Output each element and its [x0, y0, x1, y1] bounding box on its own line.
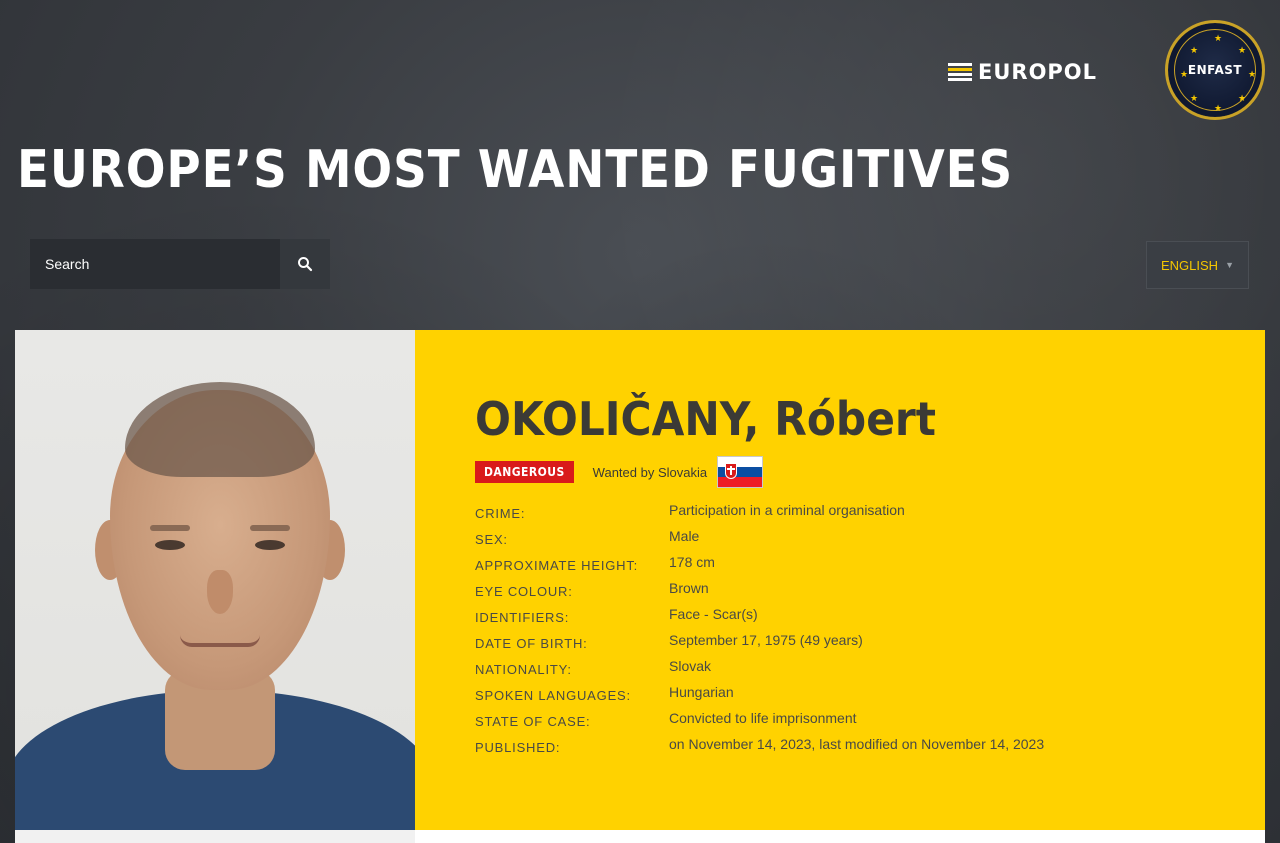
detail-value: Slovak: [669, 658, 712, 674]
detail-row-identifiers: IDENTIFIERS: Face - Scar(s): [475, 606, 1265, 632]
detail-label: SPOKEN LANGUAGES:: [475, 688, 631, 703]
star-icon: ★: [1248, 69, 1257, 79]
detail-row-sex: SEX: Male: [475, 528, 1265, 554]
star-icon: ★: [1238, 93, 1247, 103]
detail-label: IDENTIFIERS:: [475, 610, 570, 625]
detail-label: DATE OF BIRTH:: [475, 636, 588, 651]
star-icon: ★: [1180, 69, 1189, 79]
star-icon: ★: [1214, 103, 1223, 113]
star-icon: ★: [1238, 45, 1247, 55]
language-selected-label: ENGLISH: [1161, 257, 1219, 273]
detail-row-nationality: NATIONALITY: Slovak: [475, 658, 1265, 684]
search-bar: [30, 239, 330, 289]
detail-row-state-of-case: STATE OF CASE: Convicted to life impriso…: [475, 710, 1265, 736]
page-title: EUROPE’S MOST WANTED FUGITIVES: [17, 140, 1014, 200]
detail-label: PUBLISHED:: [475, 740, 561, 755]
detail-label: APPROXIMATE HEIGHT:: [475, 558, 639, 573]
photo-brow-right: [250, 525, 290, 531]
photo-eye-right: [255, 540, 285, 550]
fugitive-info-panel: OKOLIČANY, Róbert DANGEROUS Wanted by Sl…: [415, 330, 1265, 830]
detail-label: SEX:: [475, 532, 508, 547]
europol-mark-icon: [948, 63, 972, 81]
card-footer-strip-left: [15, 830, 415, 843]
detail-value: Male: [669, 528, 700, 544]
search-icon: [298, 257, 313, 272]
detail-value: Convicted to life imprisonment: [669, 710, 857, 726]
detail-value: Hungarian: [669, 684, 734, 700]
detail-label: CRIME:: [475, 506, 526, 521]
detail-value: September 17, 1975 (49 years): [669, 632, 863, 648]
star-icon: ★: [1214, 33, 1223, 43]
detail-row-height: APPROXIMATE HEIGHT: 178 cm: [475, 554, 1265, 580]
star-icon: ★: [1190, 45, 1199, 55]
detail-value: Brown: [669, 580, 709, 596]
detail-label: NATIONALITY:: [475, 662, 572, 677]
fugitive-details: CRIME: Participation in a criminal organ…: [475, 502, 1265, 762]
dangerous-badge: DANGEROUS: [475, 461, 574, 483]
enfast-logo[interactable]: ★ ★ ★ ★ ★ ★ ★ ★ ENFAST: [1165, 20, 1265, 120]
detail-label: EYE COLOUR:: [475, 584, 573, 599]
enfast-logo-text: ENFAST: [1187, 63, 1243, 77]
fugitive-card[interactable]: OKOLIČANY, Róbert DANGEROUS Wanted by Sl…: [15, 330, 1265, 830]
slovakia-flag-icon: [717, 456, 764, 488]
language-select[interactable]: ENGLISH ▼: [1146, 241, 1249, 289]
detail-row-published: PUBLISHED: on November 14, 2023, last mo…: [475, 736, 1265, 762]
photo-hair: [125, 382, 315, 477]
photo-brow-left: [150, 525, 190, 531]
chevron-down-icon: ▼: [1225, 260, 1234, 270]
photo-mouth: [180, 635, 260, 647]
search-button[interactable]: [280, 239, 330, 289]
status-row: DANGEROUS Wanted by Slovakia: [475, 456, 1265, 488]
fugitive-name[interactable]: OKOLIČANY, Róbert: [475, 396, 1202, 442]
detail-value: Face - Scar(s): [669, 606, 758, 622]
detail-row-crime: CRIME: Participation in a criminal organ…: [475, 502, 1265, 528]
wanted-by-text: Wanted by Slovakia: [592, 464, 708, 480]
photo-nose: [207, 570, 233, 614]
detail-label: STATE OF CASE:: [475, 714, 591, 729]
fugitive-photo[interactable]: [15, 330, 415, 830]
europol-logo[interactable]: EUROPOL: [948, 60, 1097, 84]
detail-value: 178 cm: [669, 554, 715, 570]
star-icon: ★: [1190, 93, 1199, 103]
detail-value: Participation in a criminal organisation: [669, 502, 905, 518]
detail-value: on November 14, 2023, last modified on N…: [669, 736, 1045, 752]
detail-row-eye-colour: EYE COLOUR: Brown: [475, 580, 1265, 606]
detail-row-date-of-birth: DATE OF BIRTH: September 17, 1975 (49 ye…: [475, 632, 1265, 658]
europol-logo-text: EUROPOL: [978, 60, 1098, 84]
photo-eye-left: [155, 540, 185, 550]
search-input[interactable]: [30, 239, 280, 289]
detail-row-spoken-languages: SPOKEN LANGUAGES: Hungarian: [475, 684, 1265, 710]
